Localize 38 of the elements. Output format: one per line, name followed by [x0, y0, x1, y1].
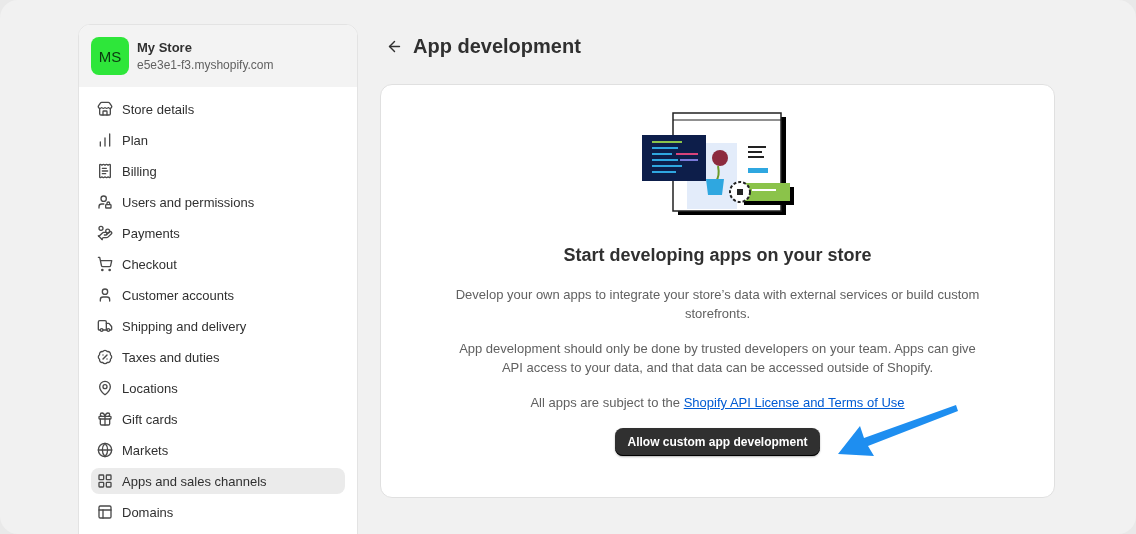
- menu-item-icon: [97, 349, 113, 365]
- menu-item-icon: [97, 101, 113, 117]
- menu-item-icon: [97, 411, 113, 427]
- menu-item-icon: [97, 256, 113, 272]
- store-name: My Store: [137, 40, 193, 55]
- sidebar-item[interactable]: Locations: [91, 375, 345, 401]
- card-heading: Start developing apps on your store: [563, 245, 872, 266]
- menu-item-icon: [97, 473, 113, 489]
- sidebar-item[interactable]: Payments: [91, 220, 345, 246]
- sidebar-item[interactable]: Billing: [91, 158, 345, 184]
- sidebar-item[interactable]: Apps and sales channels: [91, 468, 345, 494]
- sidebar-item[interactable]: Shipping and delivery: [91, 313, 345, 339]
- menu-item-icon: [97, 287, 113, 303]
- description-text: App development should only be done by trusted developers on your team. Apps can give API access to your data, and that data can be accessed outside of Shopify.: [458, 340, 977, 377]
- sidebar-item[interactable]: Taxes and duties: [91, 344, 345, 370]
- menu-item-icon: [97, 442, 113, 458]
- sidebar-item[interactable]: Markets: [91, 437, 345, 463]
- terms-link[interactable]: Shopify API License and Terms of Use: [683, 395, 905, 410]
- sidebar-item[interactable]: Plan: [91, 127, 345, 153]
- store-avatar: MS: [91, 37, 129, 75]
- menu-item-icon: [97, 163, 113, 179]
- sidebar-item[interactable]: Store details: [91, 96, 345, 122]
- store-domain: e5e3e1-f3.myshopify.com: [137, 58, 274, 72]
- allow-development-button[interactable]: Allow custom app development: [615, 428, 820, 456]
- sidebar-item[interactable]: Checkout: [91, 251, 345, 277]
- terms-text: All apps are subject to the Shopify API License and Terms of Use: [530, 394, 905, 412]
- sidebar-item[interactable]: Users and permissions: [91, 189, 345, 215]
- sidebar-item[interactable]: Customer accounts: [91, 282, 345, 308]
- menu-item-icon: [97, 380, 113, 396]
- description-text: Develop your own apps to integrate your store’s data with external services or build custom storefronts.: [454, 286, 981, 323]
- menu-item-icon: [97, 225, 113, 241]
- page-title: App development: [413, 34, 581, 58]
- sidebar-item[interactable]: Domains: [91, 499, 345, 525]
- menu-item-icon: [97, 318, 113, 334]
- menu-item-icon: [97, 504, 113, 520]
- menu-item-icon: [97, 132, 113, 148]
- sidebar-item[interactable]: Gift cards: [91, 406, 345, 432]
- menu-item-icon: [97, 194, 113, 210]
